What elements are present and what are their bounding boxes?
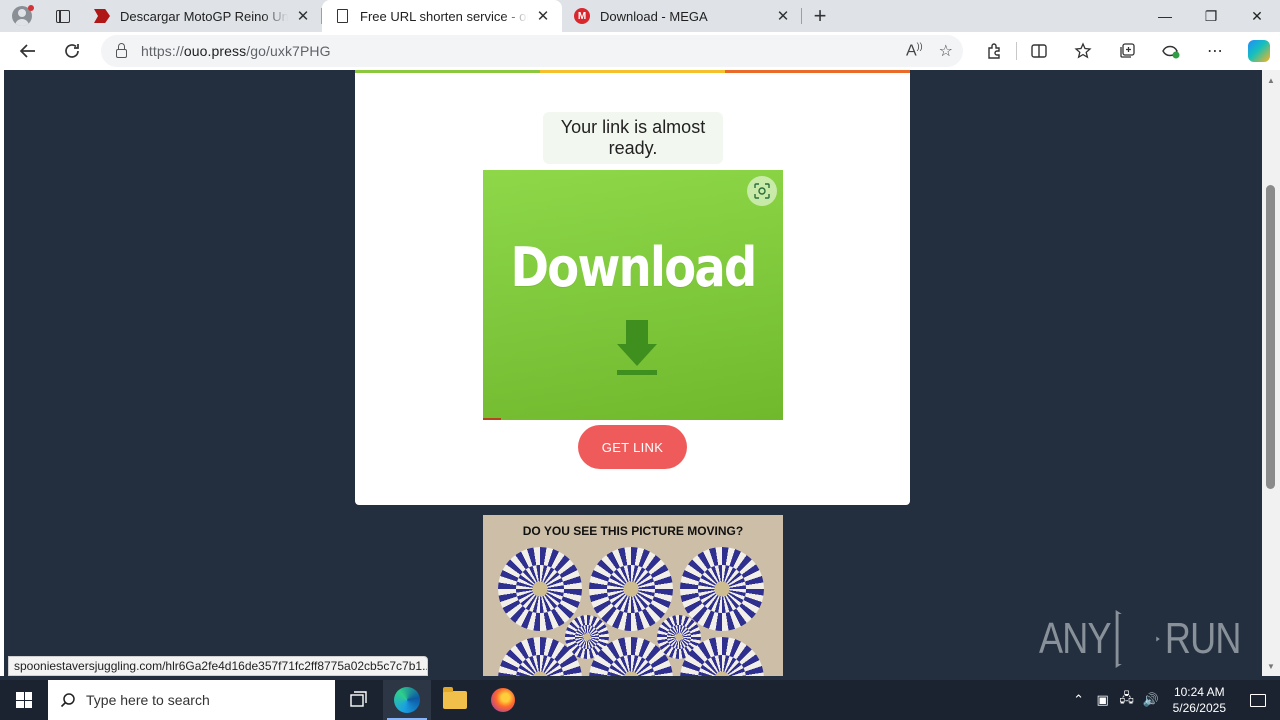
anyrun-watermark: ANY RUN xyxy=(1039,610,1241,668)
visual-search-icon[interactable] xyxy=(747,176,777,206)
illusion-circle xyxy=(680,547,764,631)
address-bar[interactable]: https://ouo.press/go/uxk7PHG A)) ☆ xyxy=(101,35,963,67)
taskbar-file-explorer[interactable] xyxy=(431,680,479,720)
read-aloud-icon[interactable]: A)) xyxy=(906,41,923,60)
get-link-button[interactable]: GET LINK xyxy=(578,425,687,469)
tab-title: Free URL shorten service - ouo.press xyxy=(360,8,528,24)
favorites-icon[interactable] xyxy=(1061,32,1105,70)
more-menu-icon[interactable]: ⋯ xyxy=(1193,32,1237,70)
mega-icon: M xyxy=(574,8,590,24)
clock[interactable]: 10:24 AM 5/26/2025 xyxy=(1163,684,1236,716)
clock-time: 10:24 AM xyxy=(1173,685,1225,699)
illusion-circle xyxy=(589,547,673,631)
almost-ready-message: Your link is almost ready. xyxy=(543,112,723,164)
favorite-star-icon[interactable]: ☆ xyxy=(939,41,953,61)
tab-close-icon[interactable]: ✕ xyxy=(534,7,552,25)
ad-headline: Download xyxy=(510,236,757,299)
tab-strip: Descargar MotoGP Reino Unido ✕ Free URL … xyxy=(0,0,1280,32)
search-icon xyxy=(60,693,75,708)
start-button[interactable] xyxy=(0,680,48,720)
notification-dot xyxy=(28,5,34,11)
restore-button[interactable]: ❐ xyxy=(1188,0,1234,32)
tab-ouo-press[interactable]: Free URL shorten service - ouo.press ✕ xyxy=(322,0,562,32)
edge-icon xyxy=(394,687,420,713)
search-placeholder: Type here to search xyxy=(86,692,210,708)
copilot-button[interactable] xyxy=(1237,32,1280,70)
play-logo-icon xyxy=(1115,610,1160,668)
back-arrow-icon[interactable] xyxy=(6,32,50,70)
tab-title: Download - MEGA xyxy=(600,8,708,24)
chevron-up-icon[interactable]: ⌃ xyxy=(1067,692,1091,708)
url-text: https://ouo.press/go/uxk7PHG xyxy=(141,43,331,59)
windows-logo-icon xyxy=(16,692,32,708)
minimize-button[interactable]: — xyxy=(1142,0,1188,32)
taskbar-firefox[interactable] xyxy=(479,680,527,720)
refresh-icon[interactable] xyxy=(50,32,94,70)
page-icon xyxy=(334,8,350,24)
extensions-icon[interactable] xyxy=(972,32,1016,70)
task-view-button[interactable] xyxy=(335,680,383,720)
color-stripe xyxy=(355,70,910,73)
status-bar-url: spooniestaversjuggling.com/hlr6Ga2fe4d16… xyxy=(8,656,428,676)
tab-title: Descargar MotoGP Reino Unido xyxy=(120,8,288,24)
firefox-icon xyxy=(491,688,515,712)
windows-taskbar: Type here to search ⌃ ▣ 🖧 🔊 10:24 AM 5/2… xyxy=(0,680,1280,720)
folder-icon xyxy=(443,687,467,709)
browser-essentials-icon[interactable] xyxy=(1149,32,1193,70)
tab-close-icon[interactable]: ✕ xyxy=(774,7,792,25)
notification-icon xyxy=(1250,693,1266,707)
illusion-circle xyxy=(498,547,582,631)
new-tab-button[interactable]: + xyxy=(802,0,838,32)
web-content: Your link is almost ready. Download GET … xyxy=(0,70,1262,676)
task-view-icon xyxy=(350,691,367,707)
split-screen-icon[interactable] xyxy=(1017,32,1061,70)
clock-date: 5/26/2025 xyxy=(1172,701,1226,715)
browser-toolbar: https://ouo.press/go/uxk7PHG A)) ☆ ⋯ xyxy=(0,32,1280,70)
scroll-thumb[interactable] xyxy=(1266,185,1275,489)
device-icon[interactable]: ▣ xyxy=(1091,692,1115,708)
profile-button[interactable] xyxy=(0,0,44,32)
ad-question: DO YOU SEE THIS PICTURE MOVING? xyxy=(522,524,744,538)
copilot-icon xyxy=(1248,40,1270,62)
taskbar-edge[interactable] xyxy=(383,680,431,720)
lock-icon[interactable] xyxy=(101,42,141,58)
taskbar-search-box[interactable]: Type here to search xyxy=(48,680,335,720)
tab-actions-icon xyxy=(56,9,70,23)
network-icon[interactable]: 🖧 xyxy=(1115,689,1139,711)
link-card: Your link is almost ready. Download GET … xyxy=(355,70,910,505)
motogp-favicon-icon xyxy=(94,8,110,24)
tab-mega[interactable]: M Download - MEGA ✕ xyxy=(562,0,802,32)
download-ad-banner[interactable]: Download xyxy=(483,170,783,420)
scroll-down-icon[interactable]: ▼ xyxy=(1266,662,1276,672)
notifications-button[interactable] xyxy=(1236,693,1280,707)
download-arrow-icon xyxy=(617,320,657,375)
toolbar-right: ⋯ xyxy=(972,32,1280,70)
scroll-up-icon[interactable]: ▲ xyxy=(1266,76,1276,86)
volume-icon[interactable]: 🔊 xyxy=(1139,692,1163,708)
system-tray: ⌃ ▣ 🖧 🔊 10:24 AM 5/26/2025 xyxy=(1067,680,1280,720)
tab-motogp[interactable]: Descargar MotoGP Reino Unido ✕ xyxy=(82,0,322,32)
tab-close-icon[interactable]: ✕ xyxy=(294,7,312,25)
close-window-button[interactable]: ✕ xyxy=(1234,0,1280,32)
collections-icon[interactable] xyxy=(1105,32,1149,70)
page-scrollbar[interactable]: ▲ ▼ xyxy=(1262,70,1280,676)
window-controls: — ❐ ✕ xyxy=(1142,0,1280,32)
illusion-ad-banner[interactable]: DO YOU SEE THIS PICTURE MOVING? xyxy=(483,515,783,676)
tab-actions-button[interactable] xyxy=(44,0,82,32)
